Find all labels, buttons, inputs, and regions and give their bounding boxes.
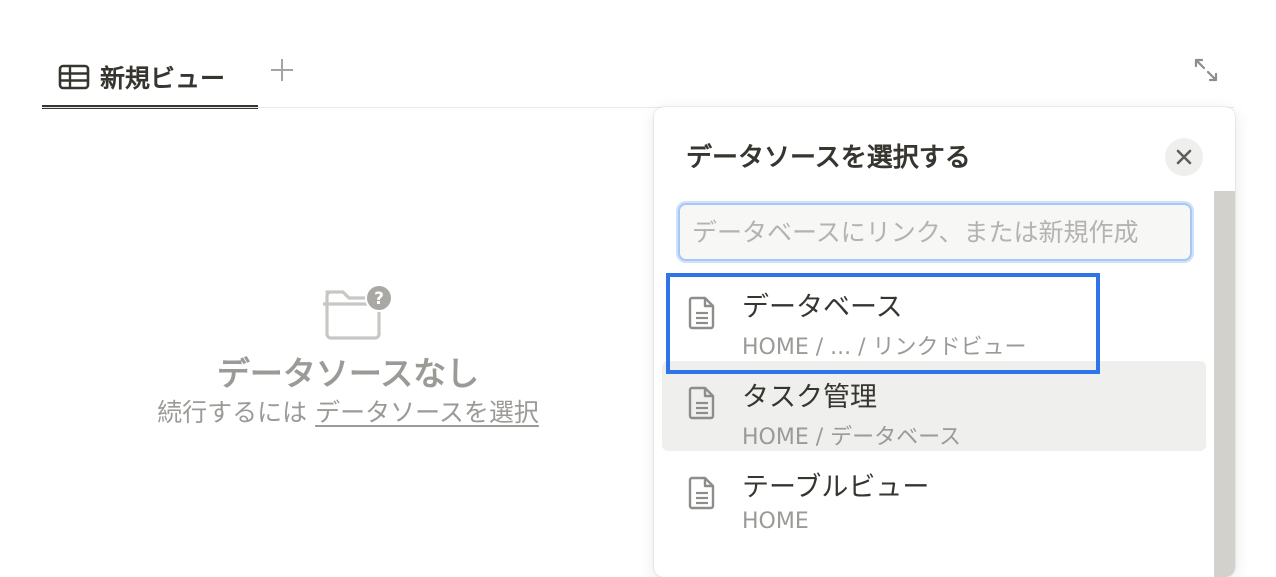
- empty-state-subtitle: 続行するには データソースを選択: [100, 396, 596, 430]
- result-path: HOME / データベース: [742, 425, 962, 450]
- result-path: HOME: [742, 509, 809, 534]
- empty-state-title: データソースなし: [216, 354, 480, 393]
- list-item[interactable]: データベース HOME / ... / リンクドビュー: [662, 271, 1206, 361]
- select-data-source-link[interactable]: データソースを選択: [315, 398, 539, 427]
- list-item[interactable]: テーブルビュー HOME: [662, 451, 1206, 541]
- svg-text:?: ?: [374, 289, 384, 309]
- document-icon: [688, 386, 715, 420]
- scrollbar-thumb[interactable]: [1214, 191, 1235, 577]
- close-icon: [1176, 149, 1192, 165]
- document-icon: [688, 476, 715, 510]
- list-item[interactable]: タスク管理 HOME / データベース: [662, 361, 1206, 451]
- result-title: タスク管理: [742, 382, 877, 413]
- close-button[interactable]: [1165, 138, 1203, 176]
- select-data-source-popup: データソースを選択する データベース HOME / ... / リンクドビュー: [654, 107, 1235, 577]
- tab-label: 新規ビュー: [100, 64, 226, 93]
- folder-question-icon: ?: [309, 280, 399, 344]
- tab-new-view[interactable]: 新規ビュー: [42, 44, 258, 110]
- result-title: テーブルビュー: [742, 472, 930, 503]
- result-path: HOME / ... / リンクドビュー: [742, 335, 1027, 360]
- expand-button[interactable]: [1188, 52, 1224, 88]
- result-title: データベース: [742, 292, 903, 323]
- plus-icon: [271, 59, 293, 81]
- popup-title: データソースを選択する: [686, 143, 971, 173]
- document-icon: [688, 296, 715, 330]
- add-view-button[interactable]: [262, 50, 302, 90]
- table-icon: [58, 64, 90, 90]
- empty-state: ? データソースなし 続行するには データソースを選択: [100, 280, 596, 430]
- view-tab-bar: 新規ビュー: [0, 0, 1276, 110]
- search-input[interactable]: [678, 203, 1192, 261]
- expand-icon: [1194, 58, 1218, 82]
- empty-state-subtitle-prefix: 続行するには: [157, 398, 308, 427]
- results-list: データベース HOME / ... / リンクドビュー タスク管理 HOME /…: [662, 271, 1206, 541]
